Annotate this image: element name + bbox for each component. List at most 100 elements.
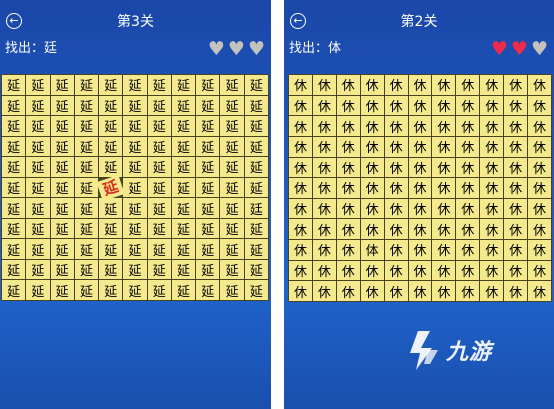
grid-cell[interactable]: 延 bbox=[196, 75, 220, 95]
grid-cell[interactable]: 延 bbox=[50, 177, 74, 198]
grid-cell[interactable]: 休 bbox=[456, 178, 480, 198]
grid-cell[interactable]: 休 bbox=[360, 281, 384, 301]
grid-cell[interactable]: 延 bbox=[99, 259, 123, 280]
grid-cell[interactable]: 休 bbox=[289, 178, 312, 198]
grid-cell[interactable]: 延 bbox=[171, 198, 196, 218]
grid-cell[interactable]: 延 bbox=[171, 259, 196, 280]
grid-cell[interactable]: 休 bbox=[312, 157, 336, 178]
grid-cell[interactable]: 延 bbox=[196, 218, 220, 239]
grid-cell[interactable]: 休 bbox=[360, 198, 384, 219]
grid-cell[interactable]: 休 bbox=[289, 219, 312, 240]
grid-cell[interactable]: 休 bbox=[289, 260, 312, 281]
grid-cell[interactable]: 延 bbox=[147, 95, 171, 116]
grid-cell[interactable]: 延 bbox=[171, 239, 196, 259]
grid-cell[interactable]: 休 bbox=[504, 219, 528, 240]
grid-cell[interactable]: 休 bbox=[408, 219, 432, 240]
grid-cell[interactable]: 休 bbox=[408, 260, 432, 281]
grid-cell[interactable]: 休 bbox=[504, 75, 528, 95]
grid-cell[interactable]: 延 bbox=[196, 177, 220, 198]
grid-cell[interactable]: 休 bbox=[336, 136, 360, 157]
grid-cell[interactable]: 休 bbox=[528, 116, 551, 136]
grid-cell[interactable]: 延 bbox=[2, 198, 26, 218]
grid-cell[interactable]: 休 bbox=[528, 281, 551, 301]
grid-cell[interactable]: 延 bbox=[147, 198, 171, 218]
grid-cell[interactable]: 休 bbox=[432, 219, 456, 240]
grid-cell[interactable]: 延 bbox=[99, 75, 123, 95]
grid-cell[interactable]: 延 bbox=[99, 239, 123, 259]
grid-cell[interactable]: 休 bbox=[408, 240, 432, 260]
grid-cell[interactable]: 延 bbox=[244, 136, 268, 157]
grid-cell[interactable]: 延 bbox=[220, 75, 244, 95]
grid-cell[interactable]: 休 bbox=[504, 281, 528, 301]
grid-cell[interactable]: 延 bbox=[171, 218, 196, 239]
grid-cell[interactable]: 延 bbox=[99, 280, 123, 300]
grid-cell[interactable]: 延 bbox=[171, 116, 196, 136]
grid-cell[interactable]: 延 bbox=[196, 259, 220, 280]
grid-cell[interactable]: 休 bbox=[289, 198, 312, 219]
grid-cell[interactable]: 休 bbox=[528, 240, 551, 260]
grid-cell[interactable]: 延 bbox=[99, 157, 123, 177]
grid-cell[interactable]: 休 bbox=[289, 240, 312, 260]
grid-cell[interactable]: 休 bbox=[312, 219, 336, 240]
grid-cell[interactable]: 休 bbox=[432, 240, 456, 260]
grid-cell[interactable]: 休 bbox=[336, 116, 360, 136]
grid-cell[interactable]: 休 bbox=[480, 240, 504, 260]
grid-cell[interactable]: 延 bbox=[196, 198, 220, 218]
grid-cell[interactable]: 体 bbox=[360, 240, 384, 260]
grid-cell[interactable]: 延 bbox=[74, 259, 99, 280]
grid-cell[interactable]: 延 bbox=[220, 157, 244, 177]
grid-cell[interactable]: 休 bbox=[312, 116, 336, 136]
grid-cell[interactable]: 延 bbox=[26, 280, 50, 300]
grid-cell[interactable]: 延 bbox=[2, 259, 26, 280]
grid-cell[interactable]: 延 bbox=[244, 116, 268, 136]
grid-cell[interactable]: 休 bbox=[384, 281, 408, 301]
grid-cell[interactable]: 延 bbox=[2, 136, 26, 157]
grid-cell[interactable]: 延 bbox=[123, 157, 147, 177]
grid-cell[interactable]: 延 bbox=[220, 95, 244, 116]
grid-cell[interactable]: 延 bbox=[26, 239, 50, 259]
grid-cell[interactable]: 延 bbox=[244, 157, 268, 177]
grid-cell[interactable]: 延 bbox=[123, 116, 147, 136]
grid-cell[interactable]: 休 bbox=[289, 95, 312, 116]
grid-cell[interactable]: 延 bbox=[244, 177, 268, 198]
grid-cell[interactable]: 延 bbox=[196, 136, 220, 157]
grid-cell[interactable]: 延 bbox=[244, 239, 268, 259]
grid-cell[interactable]: 延 bbox=[147, 116, 171, 136]
grid-cell[interactable]: 延 bbox=[171, 177, 196, 198]
grid-cell[interactable]: 休 bbox=[456, 281, 480, 301]
grid-cell[interactable]: 延 bbox=[26, 177, 50, 198]
grid-cell[interactable]: 休 bbox=[528, 75, 551, 95]
grid-cell[interactable]: 休 bbox=[456, 219, 480, 240]
grid-cell[interactable]: 休 bbox=[528, 178, 551, 198]
grid-cell[interactable]: 延 bbox=[74, 239, 99, 259]
grid-cell[interactable]: 休 bbox=[528, 260, 551, 281]
grid-cell[interactable]: 休 bbox=[480, 116, 504, 136]
grid-cell[interactable]: 延 bbox=[123, 218, 147, 239]
grid-cell[interactable]: 延 bbox=[26, 136, 50, 157]
grid-cell[interactable]: 延 bbox=[123, 95, 147, 116]
grid-cell[interactable]: 延 bbox=[74, 136, 99, 157]
grid-cell-wrong-pick[interactable]: 延 bbox=[96, 174, 125, 201]
grid-cell[interactable]: 休 bbox=[456, 240, 480, 260]
grid-cell[interactable]: 休 bbox=[432, 198, 456, 219]
grid-cell[interactable]: 延 bbox=[196, 280, 220, 300]
grid-cell[interactable]: 休 bbox=[432, 281, 456, 301]
grid-cell[interactable]: 休 bbox=[456, 116, 480, 136]
grid-cell[interactable]: 延 bbox=[220, 136, 244, 157]
grid-cell[interactable]: 休 bbox=[408, 95, 432, 116]
grid-cell[interactable]: 休 bbox=[312, 136, 336, 157]
grid-cell[interactable]: 延 bbox=[171, 157, 196, 177]
grid-cell[interactable]: 延 bbox=[74, 218, 99, 239]
grid-cell[interactable]: 延 bbox=[99, 136, 123, 157]
grid-cell[interactable]: 休 bbox=[432, 116, 456, 136]
grid-cell[interactable]: 休 bbox=[432, 178, 456, 198]
grid-cell[interactable]: 休 bbox=[528, 95, 551, 116]
grid-cell[interactable]: 延 bbox=[244, 259, 268, 280]
grid-cell[interactable]: 休 bbox=[384, 219, 408, 240]
grid-cell[interactable]: 休 bbox=[456, 75, 480, 95]
grid-cell[interactable]: 休 bbox=[504, 178, 528, 198]
grid-cell[interactable]: 延 bbox=[220, 259, 244, 280]
grid-cell[interactable]: 延 bbox=[123, 259, 147, 280]
grid-cell[interactable]: 休 bbox=[384, 260, 408, 281]
grid-cell[interactable]: 休 bbox=[504, 95, 528, 116]
